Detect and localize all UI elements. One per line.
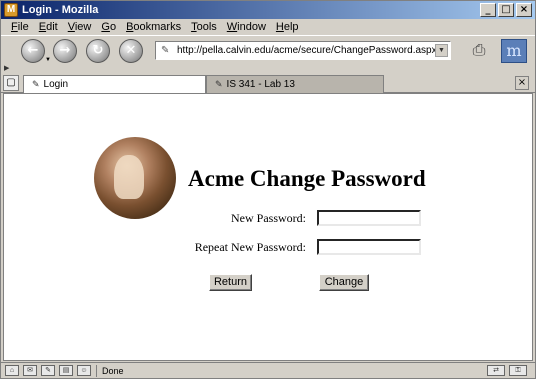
- browser-window: M Login - Mozilla _ □ × File Edit View G…: [0, 0, 536, 379]
- tab-label: IS 341 - Lab 13: [226, 79, 295, 90]
- new-password-input[interactable]: [317, 210, 421, 226]
- page-icon: ✎: [215, 79, 223, 89]
- change-button[interactable]: Change: [319, 274, 369, 291]
- back-dropdown-icon[interactable]: ▼: [45, 57, 52, 63]
- composer-icon[interactable]: ✎: [41, 365, 55, 376]
- new-tab-icon[interactable]: ▢: [3, 75, 19, 91]
- chat-icon[interactable]: ☺: [77, 365, 91, 376]
- status-bar: ⌂ ✉ ✎ ▤ ☺ Done ⇄ ⚿: [1, 362, 535, 378]
- status-indicators: ⇄ ⚿: [487, 365, 527, 376]
- window-title: Login - Mozilla: [22, 4, 99, 16]
- tab-is341-lab13[interactable]: ✎ IS 341 - Lab 13: [206, 75, 384, 93]
- status-divider: [96, 364, 97, 377]
- acme-logo: [94, 137, 176, 219]
- page-icon: ✎: [32, 79, 40, 89]
- navigator-icon[interactable]: ⌂: [5, 365, 19, 376]
- url-bar[interactable]: ✎ http://pella.calvin.edu/acme/secure/Ch…: [155, 41, 451, 60]
- page-title: Acme Change Password: [188, 166, 426, 191]
- security-icon[interactable]: ⚿: [509, 365, 527, 376]
- close-button[interactable]: ×: [516, 3, 532, 17]
- repeat-password-label: Repeat New Password:: [194, 240, 306, 254]
- maximize-button[interactable]: □: [498, 3, 514, 17]
- window-controls: _ □ ×: [480, 3, 532, 17]
- menu-edit[interactable]: Edit: [39, 21, 58, 33]
- return-button[interactable]: Return: [209, 274, 252, 291]
- menu-tools[interactable]: Tools: [191, 21, 217, 33]
- online-status-icon[interactable]: ⇄: [487, 365, 505, 376]
- title-bar: M Login - Mozilla _ □ ×: [1, 1, 535, 19]
- menu-go[interactable]: Go: [101, 21, 116, 33]
- mail-icon[interactable]: ✉: [23, 365, 37, 376]
- menu-window[interactable]: Window: [227, 21, 266, 33]
- menu-bar: File Edit View Go Bookmarks Tools Window…: [1, 19, 535, 35]
- back-button[interactable]: ←: [21, 39, 45, 63]
- menu-bookmarks[interactable]: Bookmarks: [126, 21, 181, 33]
- page-content: Acme Change Password New Password: Repea…: [3, 93, 533, 361]
- stop-button[interactable]: ✕: [119, 39, 143, 63]
- navigation-toolbar: ← ▼ → ↻ ✕ ✎ http://pella.calvin.edu/acme…: [1, 35, 535, 65]
- toolbar-grippy-icon[interactable]: ▶: [1, 65, 535, 73]
- menu-file[interactable]: File: [11, 21, 29, 33]
- print-icon[interactable]: ⎙: [467, 40, 491, 62]
- throbber-icon[interactable]: m: [501, 39, 527, 63]
- address-book-icon[interactable]: ▤: [59, 365, 73, 376]
- close-tab-icon[interactable]: ×: [515, 76, 529, 90]
- forward-button[interactable]: →: [53, 39, 77, 63]
- page-icon: ✎: [161, 44, 170, 56]
- minimize-button[interactable]: _: [480, 3, 496, 17]
- tab-bar: ▢ ✎ Login ✎ IS 341 - Lab 13 ×: [1, 73, 535, 93]
- status-text: Done: [102, 365, 124, 376]
- menu-help[interactable]: Help: [276, 21, 299, 33]
- url-text[interactable]: http://pella.calvin.edu/acme/secure/Chan…: [177, 45, 435, 56]
- tab-label: Login: [43, 79, 69, 90]
- new-password-label: New Password:: [231, 211, 306, 225]
- menu-view[interactable]: View: [68, 21, 92, 33]
- mozilla-icon: M: [4, 3, 18, 17]
- reload-button[interactable]: ↻: [86, 39, 110, 63]
- url-dropdown-icon[interactable]: ▼: [435, 44, 448, 57]
- tab-login[interactable]: ✎ Login: [23, 75, 206, 93]
- repeat-password-input[interactable]: [317, 239, 421, 255]
